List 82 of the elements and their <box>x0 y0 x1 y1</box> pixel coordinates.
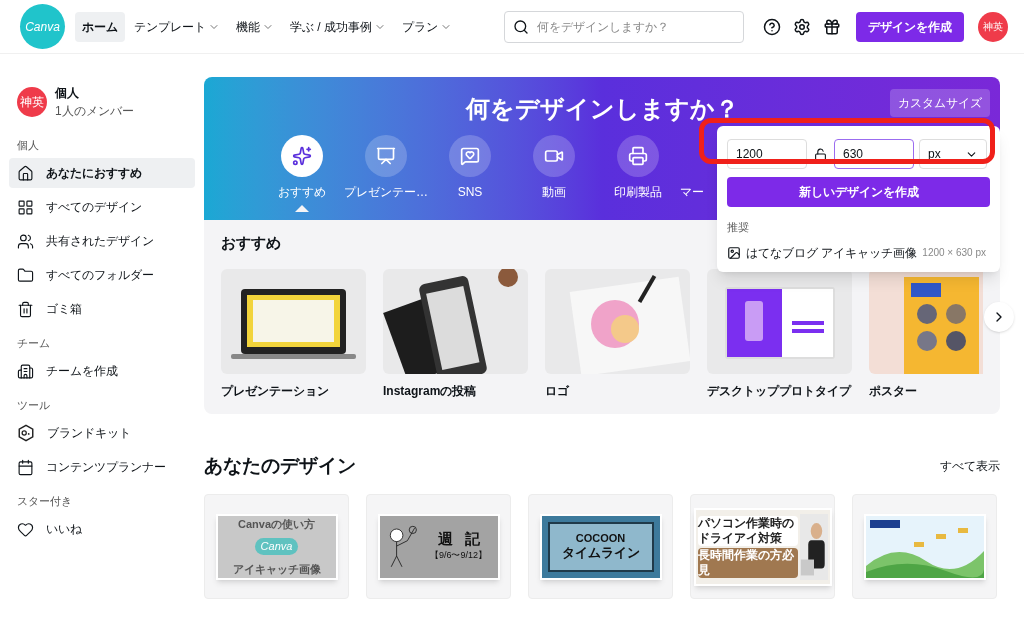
gift-icon[interactable] <box>823 17 841 36</box>
template-label: デスクトッププロトタイプ <box>707 382 852 400</box>
hero-title: 何をデザインしますか？ <box>465 94 739 124</box>
sidebar-item[interactable]: あなたにおすすめ <box>9 158 195 188</box>
search-field[interactable]: 何をデザインしますか？ <box>504 10 744 43</box>
nav-tab[interactable]: 機能 <box>229 11 281 42</box>
sidebar-item[interactable]: いいね <box>9 514 195 544</box>
design-card[interactable]: Canvaの使い方 Canva アイキャッチ画像 <box>204 494 349 599</box>
custom-size-button[interactable]: カスタムサイズ <box>890 89 990 117</box>
folder-icon <box>17 266 34 284</box>
thumbnail-text: 記 <box>464 530 480 546</box>
printer-icon <box>628 146 648 166</box>
template-label: Instagramの投稿 <box>383 382 478 400</box>
sidebar-item[interactable]: コンテンツプランナー <box>9 452 195 482</box>
thumbnail-text: COCOON <box>575 531 626 546</box>
sidebar-item[interactable]: すべてのデザイン <box>9 192 195 222</box>
thumbnail-text: タイムライン <box>561 545 640 562</box>
sidebar-item[interactable]: ブランドキット <box>9 418 195 448</box>
thumbnail-text: 長時間作業の方必見 <box>697 547 798 578</box>
chat-heart-icon <box>460 146 480 166</box>
home-icon <box>17 164 34 182</box>
template-label: プレゼンテーション <box>221 382 330 400</box>
image-icon <box>727 245 741 260</box>
lock-icon[interactable] <box>814 147 827 161</box>
heart-icon <box>17 520 34 538</box>
template-card[interactable]: プレゼンテーション <box>221 268 366 400</box>
category-tab[interactable]: プレゼンテー… <box>344 135 428 201</box>
nav-tab[interactable]: プラン <box>395 11 459 42</box>
sparkles-icon <box>292 146 312 166</box>
thumbnail-text: アイキャッチ画像 <box>232 563 321 575</box>
height-field[interactable]: 630 <box>834 139 914 169</box>
sidebar-item[interactable]: チームを作成 <box>9 356 195 386</box>
nav-tab[interactable]: テンプレート <box>127 11 227 42</box>
avatar[interactable]: 神英 <box>978 11 1008 42</box>
design-card[interactable]: COCOON タイムライン <box>528 494 673 599</box>
section-title: あなたのデザイン <box>204 453 356 478</box>
design-card[interactable]: 週 記 【9/6〜9/12】 <box>366 494 511 599</box>
pointer-notch <box>295 205 309 212</box>
section-heading: チーム <box>16 335 51 351</box>
suggestion-item[interactable]: はてなブログ アイキャッチ画像 1200 × 630 px <box>727 241 990 264</box>
see-all-link[interactable]: すべて表示 <box>940 456 1000 475</box>
people-icon <box>17 232 34 250</box>
section-title: おすすめ <box>221 233 281 253</box>
team-name: 個人 <box>55 85 79 102</box>
design-card[interactable]: パソコン作業時のドライアイ対策 長時間作業の方必見 <box>690 494 835 599</box>
sidebar-item[interactable]: 共有されたデザイン <box>9 226 195 256</box>
next-button[interactable] <box>984 302 1014 332</box>
presentation-icon <box>376 146 396 166</box>
team-avatar: 神英 <box>17 87 47 117</box>
width-field[interactable]: 1200 <box>727 139 807 169</box>
nav-tab[interactable]: 学ぶ / 成功事例 <box>283 11 393 42</box>
thumbnail-text: パソコン作業時のドライアイ対策 <box>697 515 798 546</box>
sidebar-item[interactable]: ゴミ箱 <box>9 294 195 324</box>
member-count: 1人のメンバー <box>55 103 134 120</box>
thumbnail-text: 【9/6〜9/12】 <box>430 548 487 562</box>
template-card[interactable]: ポスター <box>869 268 983 400</box>
design-card[interactable] <box>852 494 997 599</box>
sidebar-item[interactable]: すべてのフォルダー <box>9 260 195 290</box>
section-heading: スター付き <box>16 493 73 509</box>
logo-text: Canva <box>254 538 299 555</box>
grid-icon <box>17 198 34 216</box>
trash-icon <box>17 300 34 318</box>
category-tab[interactable]: マー <box>680 135 722 201</box>
hexagon-icon <box>17 424 35 442</box>
building-icon <box>17 362 34 380</box>
thumbnail-text: 週 <box>437 530 453 546</box>
section-heading: 個人 <box>16 137 40 153</box>
template-label: ポスター <box>869 382 918 400</box>
suggested-heading: 推奨 <box>727 220 749 235</box>
settings-icon[interactable] <box>793 17 811 36</box>
search-icon <box>513 18 529 35</box>
template-label: ロゴ <box>545 382 570 400</box>
nav-tab[interactable]: ホーム <box>75 11 125 42</box>
help-icon[interactable] <box>763 17 781 36</box>
template-card[interactable]: Instagramの投稿 <box>383 268 528 400</box>
new-design-button[interactable]: 新しいデザインを作成 <box>727 177 990 207</box>
calendar-icon <box>17 458 34 476</box>
thumbnail-text: Canvaの使い方 <box>238 518 315 530</box>
create-design-button[interactable]: デザインを作成 <box>856 11 964 42</box>
template-card[interactable]: ロゴ <box>545 268 690 400</box>
template-card[interactable]: デスクトッププロトタイプ <box>707 268 852 400</box>
section-heading: ツール <box>16 397 51 413</box>
